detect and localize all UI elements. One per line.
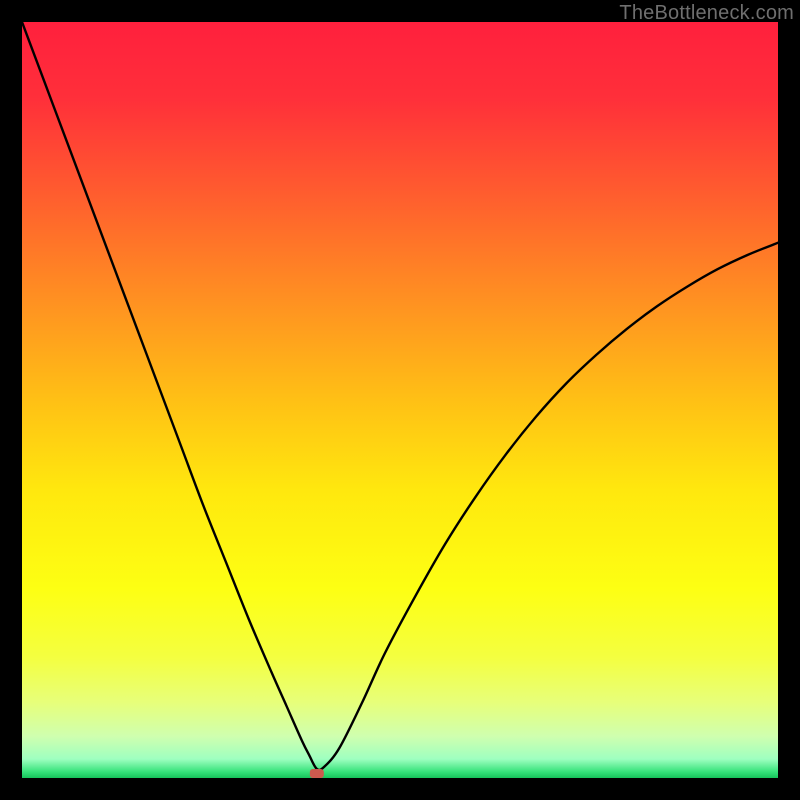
watermark-text: TheBottleneck.com (619, 2, 794, 25)
chart-frame (22, 22, 778, 778)
chart-background (22, 22, 778, 778)
optimal-marker (310, 769, 324, 778)
bottleneck-chart (22, 22, 778, 778)
